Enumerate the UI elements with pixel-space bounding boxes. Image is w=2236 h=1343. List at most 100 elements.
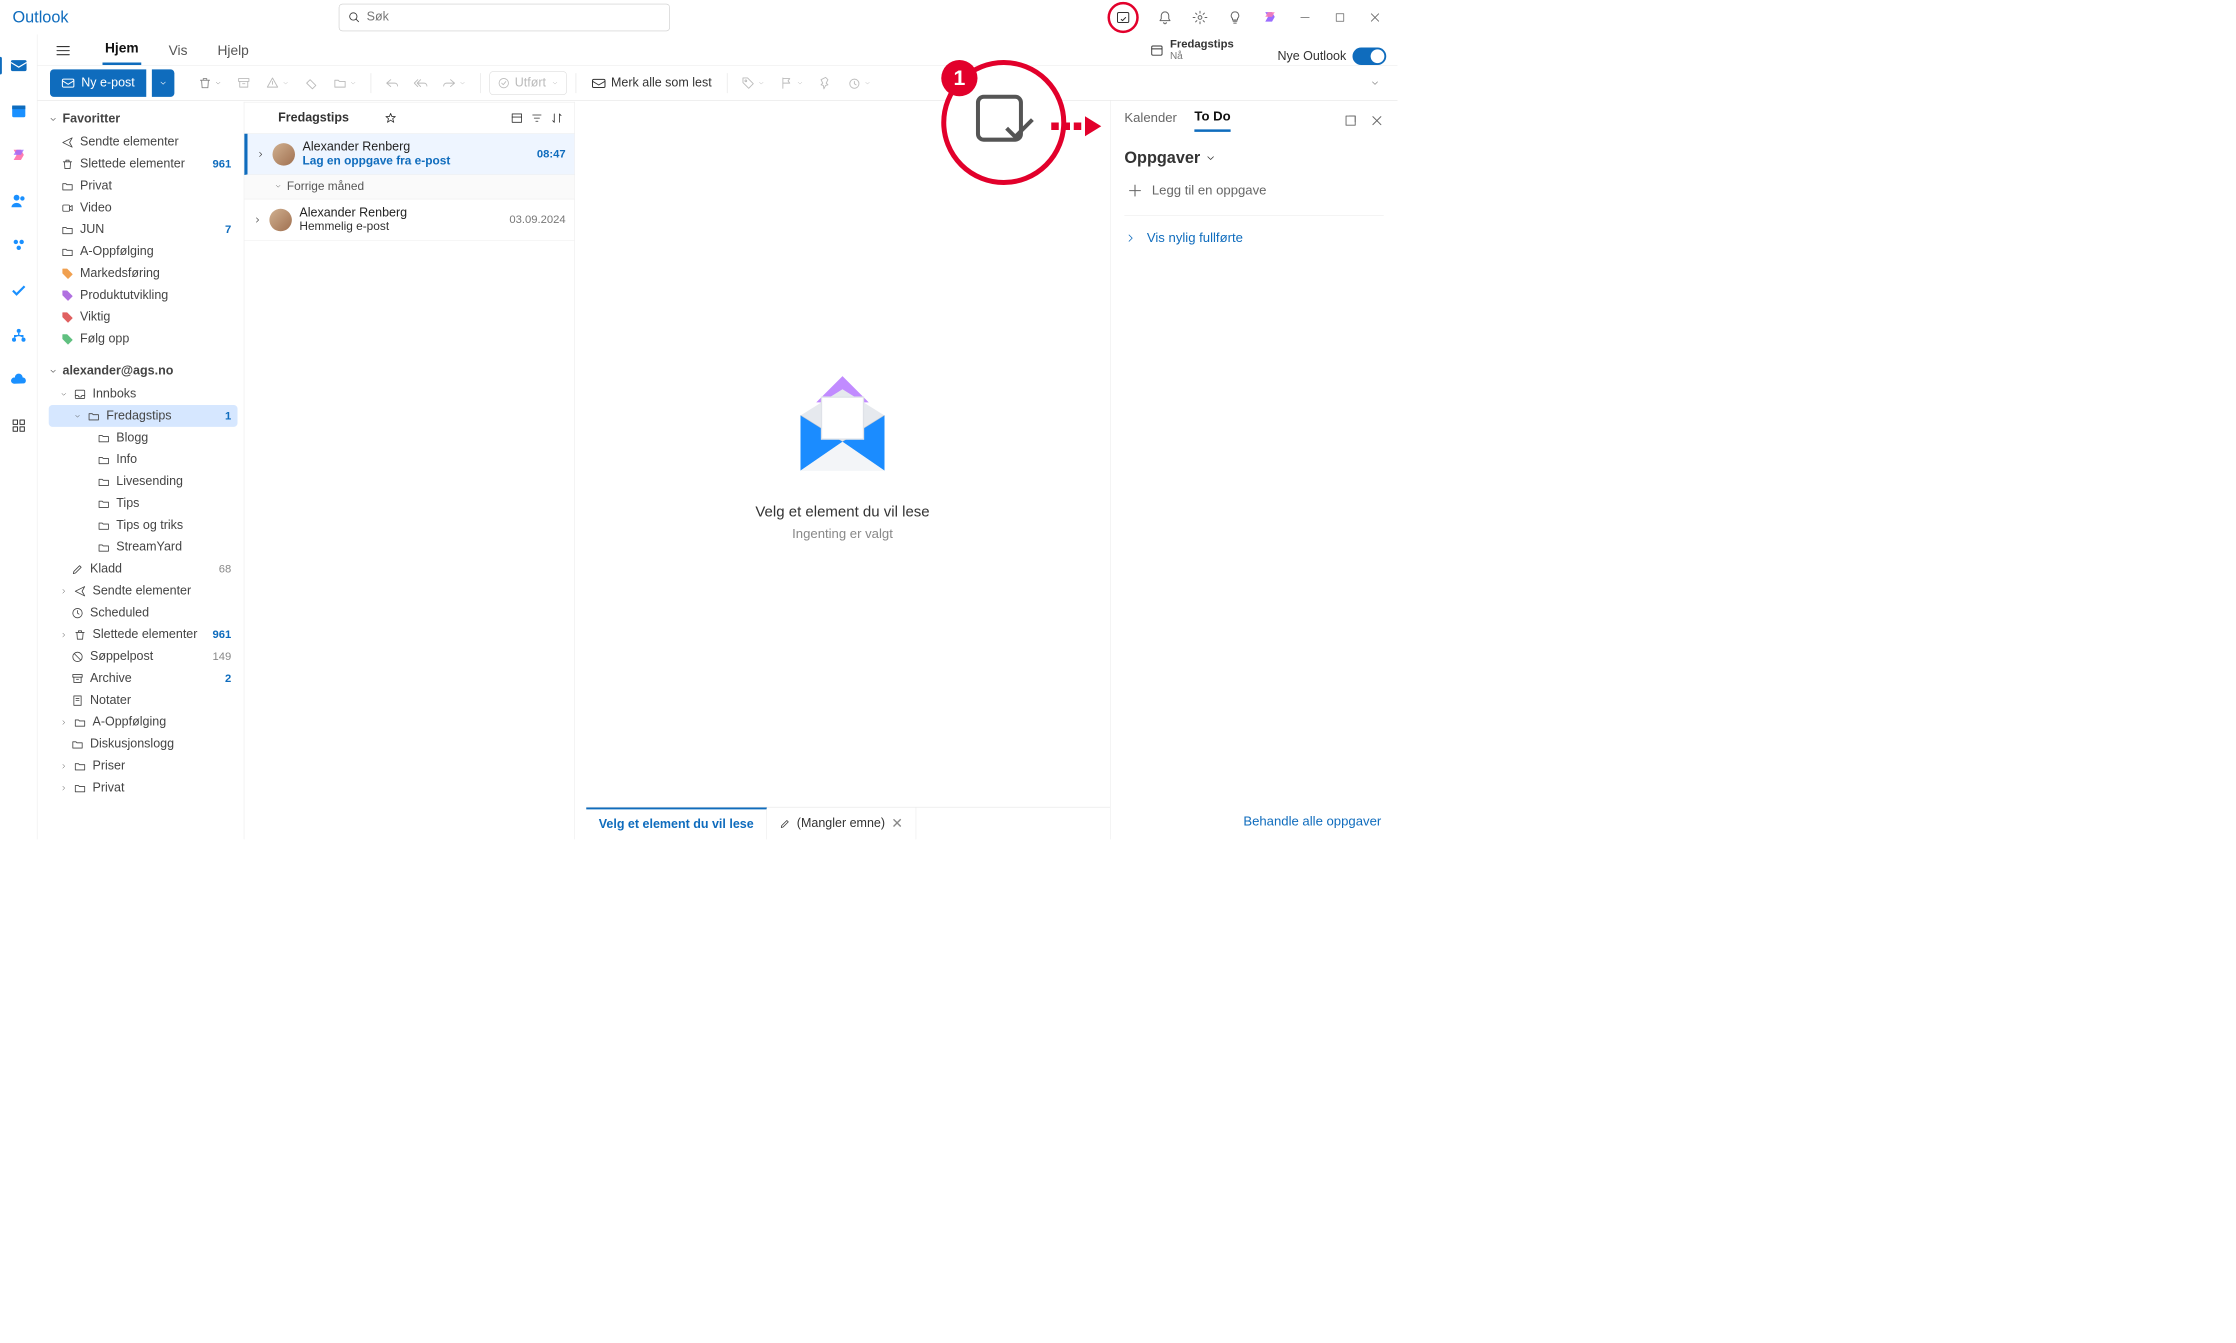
folder-row[interactable]: Markedsføring — [49, 263, 238, 285]
todo-tab-calendar[interactable]: Kalender — [1124, 111, 1177, 131]
folder-row[interactable]: Fredagstips1 — [49, 405, 238, 427]
tip-card[interactable]: Fredagstips Nå — [1142, 34, 1241, 65]
search-field[interactable] — [367, 10, 661, 24]
pin-button[interactable] — [814, 72, 838, 93]
folder-row[interactable]: JUN7 — [49, 219, 238, 241]
done-button[interactable]: Utført — [489, 71, 567, 95]
settings-button[interactable] — [1191, 8, 1209, 26]
folder-row[interactable]: Slettede elementer961 — [49, 624, 238, 646]
folder-row[interactable]: A-Oppfølging — [49, 711, 238, 733]
folder-row[interactable]: Info — [49, 449, 238, 471]
folder-row[interactable]: Diskusjonslogg — [49, 733, 238, 755]
folder-row[interactable]: Privat — [49, 175, 238, 197]
mark-all-read-button[interactable]: Merk alle som lest — [585, 75, 718, 90]
rail-copilot[interactable] — [6, 143, 31, 168]
delete-button[interactable] — [193, 72, 227, 93]
tag-button[interactable] — [736, 72, 770, 93]
star-icon[interactable] — [384, 112, 397, 125]
tips-button[interactable] — [1226, 8, 1244, 26]
folder-row[interactable]: Tips og triks — [49, 514, 238, 536]
tab-hjelp[interactable]: Hjelp — [215, 36, 251, 65]
reply-all-button[interactable] — [408, 72, 432, 93]
group-header[interactable]: Forrige måned — [244, 175, 574, 199]
folder-row[interactable]: Slettede elementer961 — [49, 153, 238, 175]
reader-tab-2[interactable]: (Mangler emne) ✕ — [767, 808, 916, 840]
sweep-button[interactable] — [299, 72, 323, 93]
rail-groups[interactable] — [6, 233, 31, 258]
window-maximize[interactable] — [1331, 8, 1349, 26]
close-pane-icon[interactable] — [1370, 114, 1384, 128]
archive-button[interactable] — [232, 72, 256, 93]
new-mail-split[interactable] — [152, 69, 175, 97]
search-icon — [348, 11, 361, 24]
folder-row[interactable]: Viktig — [49, 306, 238, 328]
rail-todo[interactable] — [6, 278, 31, 303]
snooze-button[interactable] — [842, 72, 876, 93]
folder-row[interactable]: Privat — [49, 777, 238, 799]
folder-row[interactable]: Tips — [49, 493, 238, 515]
layout-icon[interactable] — [511, 112, 524, 125]
window-close[interactable] — [1366, 8, 1384, 26]
folder-row[interactable]: Sendte elementer — [49, 580, 238, 602]
tip-sub: Nå — [1170, 51, 1234, 62]
folder-row[interactable]: Følg opp — [49, 328, 238, 350]
close-tab-button[interactable]: ✕ — [891, 815, 903, 831]
favorites-header[interactable]: Favoritter — [49, 107, 238, 131]
rail-org[interactable] — [6, 323, 31, 348]
rail-more-apps[interactable] — [6, 413, 31, 438]
folder-row[interactable]: Kladd68 — [49, 558, 238, 580]
my-day-highlighted[interactable] — [1108, 2, 1139, 33]
folder-row[interactable]: Livesending — [49, 471, 238, 493]
ribbon-collapse[interactable] — [1365, 74, 1385, 92]
rail-onedrive[interactable] — [6, 368, 31, 393]
move-button[interactable] — [328, 72, 362, 93]
show-recent-button[interactable]: Vis nylig fullførte — [1124, 216, 1383, 261]
folder-pane: Favoritter Sendte elementerSlettede elem… — [38, 101, 244, 840]
tasks-heading[interactable]: Oppgaver — [1124, 148, 1383, 167]
toggle-label: Nye Outlook — [1277, 49, 1346, 63]
new-outlook-toggle[interactable] — [1353, 48, 1387, 66]
hamburger-button[interactable] — [55, 43, 73, 61]
manage-all-tasks-link[interactable]: Behandle alle oppgaver — [1243, 814, 1381, 829]
mail-icon — [61, 76, 75, 90]
folder-row[interactable]: Archive2 — [49, 668, 238, 690]
account-header[interactable]: alexander@ags.no — [49, 359, 238, 383]
callout-badge: 1 — [941, 60, 977, 96]
rail-mail[interactable] — [6, 53, 31, 78]
folder-row[interactable]: Søppelpost149 — [49, 646, 238, 668]
rail-people[interactable] — [6, 188, 31, 213]
window-minimize[interactable] — [1296, 8, 1314, 26]
search-input[interactable] — [339, 3, 670, 31]
folder-row[interactable]: A-Oppfølging — [49, 241, 238, 263]
folder-row[interactable]: Scheduled — [49, 602, 238, 624]
reader-tab-1[interactable]: Velg et element du vil lese — [586, 808, 767, 840]
empty-sub: Ingenting er valgt — [792, 527, 893, 542]
popout-icon[interactable] — [1344, 114, 1358, 128]
sort-icon[interactable] — [551, 112, 564, 125]
tab-hjem[interactable]: Hjem — [103, 34, 142, 65]
reply-button[interactable] — [380, 72, 404, 93]
copilot-button[interactable] — [1261, 8, 1279, 26]
callout-todo-icon — [969, 88, 1038, 157]
folder-row[interactable]: Priser — [49, 755, 238, 777]
forward-button[interactable] — [437, 72, 471, 93]
rail-calendar[interactable] — [6, 98, 31, 123]
folder-row[interactable]: Produktutvikling — [49, 284, 238, 306]
flag-button[interactable] — [775, 72, 809, 93]
filter-icon[interactable] — [531, 112, 544, 125]
add-task-button[interactable]: Legg til en oppgave — [1124, 168, 1383, 216]
message-row[interactable]: Alexander RenbergLag en oppgave fra e-po… — [244, 134, 574, 175]
message-row[interactable]: Alexander RenbergHemmelig e-post03.09.20… — [244, 199, 574, 240]
folder-row[interactable]: StreamYard — [49, 536, 238, 558]
new-mail-button[interactable]: Ny e-post — [50, 69, 146, 97]
folder-row[interactable]: Innboks — [49, 383, 238, 405]
folder-row[interactable]: Blogg — [49, 427, 238, 449]
folder-row[interactable]: Sendte elementer — [49, 131, 238, 153]
todo-tab-todo[interactable]: To Do — [1194, 109, 1230, 132]
folder-row[interactable]: Notater — [49, 689, 238, 711]
folder-row[interactable]: Video — [49, 197, 238, 219]
app-title: Outlook — [8, 8, 332, 27]
notifications-button[interactable] — [1156, 8, 1174, 26]
report-button[interactable] — [260, 72, 294, 93]
tab-vis[interactable]: Vis — [166, 36, 190, 65]
